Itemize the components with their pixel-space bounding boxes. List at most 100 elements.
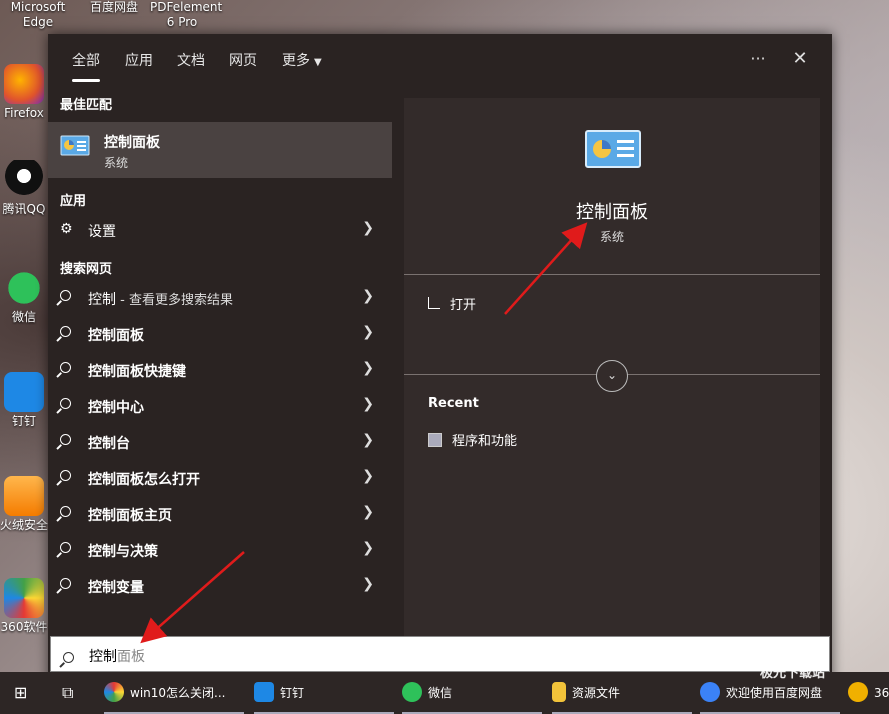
desktop-icon-label: 火绒安全	[0, 518, 48, 532]
desktop-icon-qq[interactable]: 腾讯QQ	[0, 160, 48, 217]
taskbar-item-label: 微信	[428, 686, 453, 700]
result-label: 控制面板快捷键	[88, 364, 186, 380]
tab-more[interactable]: 更多 ▼	[282, 50, 322, 70]
result-label: 控制面板	[88, 328, 144, 344]
taskbar-item-360[interactable]: 360	[848, 672, 889, 714]
detail-pane: 控制面板 系统 打开 ⌄ Recent 程序和功能	[404, 98, 820, 668]
result-label: 控制中心	[88, 400, 144, 416]
desktop-icon-baidu[interactable]: 百度网盘	[82, 0, 146, 15]
tab-more-label: 更多	[282, 53, 310, 69]
chevron-right-icon: ❯	[362, 432, 374, 448]
360-icon	[848, 682, 868, 702]
search-icon	[60, 577, 78, 595]
chevron-down-icon: ▼	[314, 57, 322, 68]
desktop-icon-firefox[interactable]: Firefox	[0, 64, 48, 121]
taskbar-item-file-explorer[interactable]: 资源文件	[552, 672, 692, 714]
detail-title: 控制面板	[576, 202, 648, 223]
watermark: 极光下载站	[760, 666, 826, 681]
wechat-icon	[402, 682, 422, 702]
chevron-right-icon: ❯	[362, 288, 374, 304]
360-software-icon	[4, 578, 44, 618]
search-icon	[60, 325, 78, 343]
open-action[interactable]: 打开	[428, 294, 476, 313]
taskbar-item-label: 欢迎使用百度网盘	[726, 686, 823, 700]
search-query: 控制面板	[89, 646, 145, 666]
web-result-first[interactable]: 控制 - 查看更多搜索结果 ❯	[48, 280, 392, 316]
chevron-right-icon: ❯	[362, 324, 374, 340]
best-match-item[interactable]: 控制面板 系统	[48, 122, 392, 178]
search-icon	[60, 397, 78, 415]
desktop-icon-label: 360软件	[0, 620, 48, 634]
taskbar-item-label: win10怎么关闭...	[130, 686, 226, 700]
chevron-right-icon: ❯	[362, 396, 374, 412]
best-match-heading: 最佳匹配	[60, 98, 113, 113]
chevron-right-icon: ❯	[362, 220, 374, 236]
taskbar: ⊞ ⧉ win10怎么关闭... 钉钉 微信 资源文件 欢迎使用百度网盘 360	[0, 672, 889, 714]
result-hint: - 查看更多搜索结果	[116, 293, 233, 308]
desktop-icon-pdfelement[interactable]: PDFelement 6 Pro	[150, 0, 222, 30]
web-result-item[interactable]: 控制中心 ❯	[48, 388, 392, 424]
task-view-icon[interactable]: ⧉	[62, 672, 73, 714]
desktop-icon-dingtalk[interactable]: 钉钉	[0, 372, 48, 429]
app-result-settings[interactable]: ⚙ 设置 ❯	[48, 212, 392, 248]
best-match-title: 控制面板	[104, 135, 160, 151]
qq-penguin-icon	[4, 160, 44, 200]
tab-all[interactable]: 全部	[72, 50, 100, 82]
tab-apps[interactable]: 应用	[125, 50, 153, 70]
result-label: 控制与决策	[88, 544, 158, 560]
search-icon	[60, 433, 78, 451]
tab-documents[interactable]: 文档	[177, 50, 205, 70]
huorong-flame-icon	[4, 476, 44, 516]
web-result-item[interactable]: 控制面板主页 ❯	[48, 496, 392, 532]
result-label: 控制台	[88, 436, 130, 452]
desktop-icon-label: 腾讯QQ	[2, 202, 46, 216]
desktop-icon-huorong[interactable]: 火绒安全	[0, 476, 48, 533]
search-icon	[60, 541, 78, 559]
more-options-button[interactable]: ···	[744, 46, 772, 74]
open-action-label: 打开	[450, 298, 477, 313]
chevron-right-icon: ❯	[362, 468, 374, 484]
gear-icon: ⚙	[60, 221, 73, 237]
taskbar-item-wechat[interactable]: 微信	[402, 672, 542, 714]
desktop-icon-label: PDFelement 6 Pro	[150, 0, 223, 29]
open-external-icon	[428, 297, 440, 309]
recent-item[interactable]: 程序和功能	[428, 430, 517, 449]
control-panel-icon	[585, 130, 641, 168]
browser-icon	[104, 682, 124, 702]
result-label: 设置	[88, 224, 116, 240]
web-result-item[interactable]: 控制面板怎么打开 ❯	[48, 460, 392, 496]
tab-web[interactable]: 网页	[229, 50, 257, 70]
taskbar-item-label: 资源文件	[572, 686, 621, 700]
start-search-panel: 全部 应用 文档 网页 更多 ▼ ··· ✕ 最佳匹配 控制面板 系统 应用 ⚙ …	[48, 34, 832, 714]
chevron-right-icon: ❯	[362, 360, 374, 376]
search-icon	[63, 648, 74, 667]
folder-icon	[552, 682, 566, 702]
web-result-item[interactable]: 控制面板 ❯	[48, 316, 392, 352]
web-result-item[interactable]: 控制变量 ❯	[48, 568, 392, 604]
chevron-right-icon: ❯	[362, 504, 374, 520]
desktop-icon-label: Firefox	[4, 106, 44, 120]
result-label: 控制面板怎么打开	[88, 472, 200, 488]
desktop-icon-360[interactable]: 360软件	[0, 578, 48, 635]
desktop-icon-edge[interactable]: Microsoft Edge	[6, 0, 70, 30]
desktop-icon-label: Microsoft Edge	[10, 0, 66, 29]
search-icon	[60, 289, 78, 307]
result-label: 控制变量	[88, 580, 144, 596]
web-result-item[interactable]: 控制台 ❯	[48, 424, 392, 460]
windows-start-icon[interactable]: ⊞	[14, 672, 27, 714]
taskbar-item-label: 钉钉	[280, 686, 305, 700]
web-search-heading: 搜索网页	[60, 262, 113, 277]
taskbar-item-browser[interactable]: win10怎么关闭...	[104, 672, 244, 714]
programs-features-icon	[428, 433, 442, 447]
firefox-icon	[4, 64, 44, 104]
taskbar-item-dingtalk[interactable]: 钉钉	[254, 672, 394, 714]
search-input[interactable]: 控制面板	[50, 636, 830, 672]
chevron-right-icon: ❯	[362, 540, 374, 556]
web-result-item[interactable]: 控制与决策 ❯	[48, 532, 392, 568]
close-button[interactable]: ✕	[786, 46, 814, 74]
desktop-icon-wechat[interactable]: 微信	[0, 268, 48, 325]
web-result-item[interactable]: 控制面板快捷键 ❯	[48, 352, 392, 388]
expand-button[interactable]: ⌄	[596, 360, 628, 392]
search-filter-tabs: 全部 应用 文档 网页 更多 ▼ ··· ✕	[48, 34, 832, 86]
detail-subtitle: 系统	[599, 230, 624, 244]
